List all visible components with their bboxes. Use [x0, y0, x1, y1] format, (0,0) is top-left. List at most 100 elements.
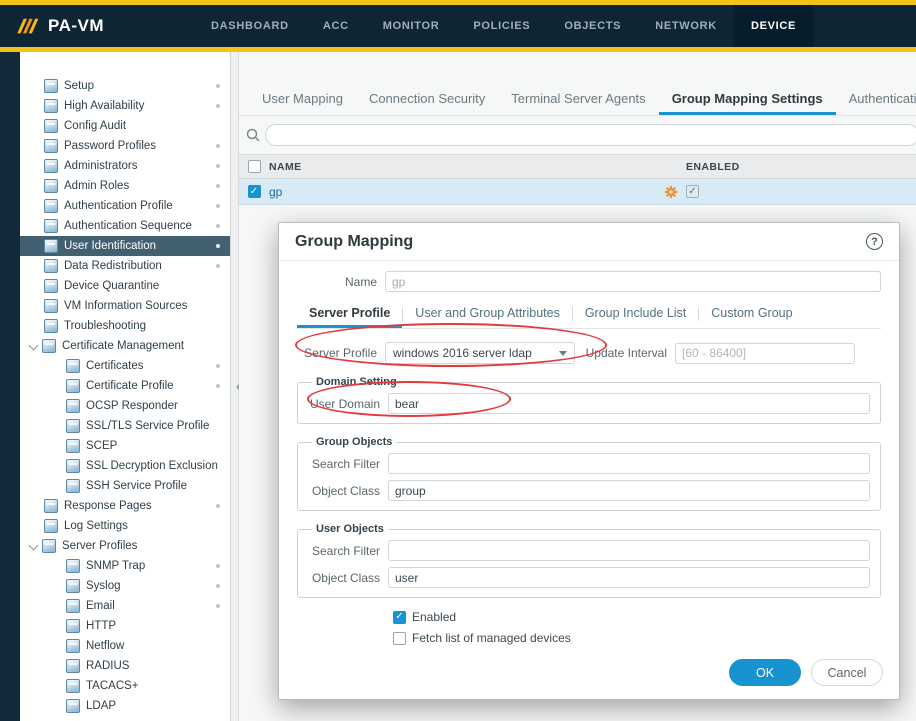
chevron-down-icon[interactable]: [26, 341, 42, 351]
user-domain-input[interactable]: [388, 393, 870, 414]
item-dot: [216, 204, 220, 208]
sidebar-item-password-profiles[interactable]: Password Profiles: [20, 136, 230, 156]
sidebar-item-scep[interactable]: SCEP: [20, 436, 230, 456]
table-row[interactable]: gp: [239, 179, 916, 205]
name-input[interactable]: [385, 271, 881, 292]
sidebar-item-vm-information-sources[interactable]: VM Information Sources: [20, 296, 230, 316]
sidebar-item-server-profiles[interactable]: Server Profiles: [20, 536, 230, 556]
group-objects-legend: Group Objects: [312, 436, 396, 448]
user-search-filter-input[interactable]: [388, 540, 870, 561]
nav-policies[interactable]: POLICIES: [456, 5, 547, 47]
sidebar-item-user-identification[interactable]: User Identification: [20, 236, 230, 256]
sidebar-item-certificates[interactable]: Certificates: [20, 356, 230, 376]
search-icon: [245, 127, 261, 143]
nav-acc[interactable]: ACC: [306, 5, 366, 47]
sidebar-item-netflow[interactable]: Netflow: [20, 636, 230, 656]
device-sidebar: Setup High Availability Config Audit Pas…: [20, 52, 231, 721]
tab-server-profile[interactable]: Server Profile: [297, 300, 402, 328]
sidebar-item-troubleshooting[interactable]: Troubleshooting: [20, 316, 230, 336]
gear-icon[interactable]: [664, 185, 678, 199]
ssl-decryption-lock-icon: [66, 459, 80, 473]
column-header-enabled[interactable]: ENABLED: [686, 161, 916, 173]
sidebar-item-email[interactable]: Email: [20, 596, 230, 616]
tab-group-include-list[interactable]: Group Include List: [573, 300, 698, 328]
group-object-class-input[interactable]: [388, 480, 870, 501]
sidebar-item-administrators[interactable]: Administrators: [20, 156, 230, 176]
server-profile-label: Server Profile: [297, 346, 385, 360]
nav-network[interactable]: NETWORK: [638, 5, 734, 47]
nav-device[interactable]: DEVICE: [734, 5, 813, 47]
sidebar-item-authentication-profile[interactable]: Authentication Profile: [20, 196, 230, 216]
sidebar-item-certificate-profile[interactable]: Certificate Profile: [20, 376, 230, 396]
sidebar-item-ssh-service-profile[interactable]: SSH Service Profile: [20, 476, 230, 496]
select-all-checkbox[interactable]: [248, 160, 261, 173]
sidebar-item-data-redistribution[interactable]: Data Redistribution: [20, 256, 230, 276]
search-input[interactable]: [265, 124, 916, 146]
sidebar-item-certificate-management[interactable]: Certificate Management: [20, 336, 230, 356]
sidebar-item-label: SNMP Trap: [86, 560, 145, 572]
tab-custom-group[interactable]: Custom Group: [699, 300, 804, 328]
content-tabs: User Mapping Connection Security Termina…: [239, 82, 916, 116]
sidebar-item-label: SSH Service Profile: [86, 480, 187, 492]
group-mapping-name-link[interactable]: gp: [269, 185, 282, 199]
sidebar-item-label: Certificate Profile: [86, 380, 174, 392]
tab-authentication-portal[interactable]: Authentication Portal: [836, 83, 916, 115]
sidebar-item-label: Authentication Sequence: [64, 220, 192, 232]
cancel-button[interactable]: Cancel: [811, 659, 883, 686]
sidebar-item-snmp-trap[interactable]: SNMP Trap: [20, 556, 230, 576]
sidebar-item-label: Authentication Profile: [64, 200, 173, 212]
tab-user-and-group-attributes[interactable]: User and Group Attributes: [403, 300, 572, 328]
sidebar-item-authentication-sequence[interactable]: Authentication Sequence: [20, 216, 230, 236]
high-availability-icon: [44, 99, 58, 113]
server-profile-dropdown[interactable]: windows 2016 server ldap: [385, 342, 575, 364]
ok-button[interactable]: OK: [729, 659, 801, 686]
nav-dashboard[interactable]: DASHBOARD: [194, 5, 306, 47]
column-header-name[interactable]: NAME: [269, 161, 686, 173]
sidebar-item-label: Email: [86, 600, 115, 612]
authentication-sequence-icon: [44, 219, 58, 233]
sidebar-item-ssl-tls-service-profile[interactable]: SSL/TLS Service Profile: [20, 416, 230, 436]
enabled-checkbox[interactable]: [393, 611, 406, 624]
response-pages-icon: [44, 499, 58, 513]
help-icon[interactable]: ?: [866, 233, 883, 250]
group-mapping-table: NAME ENABLED gp: [239, 154, 916, 205]
sidebar-item-http[interactable]: HTTP: [20, 616, 230, 636]
chevron-down-icon[interactable]: [26, 541, 42, 551]
domain-setting-legend: Domain Setting: [312, 376, 401, 388]
sidebar-item-admin-roles[interactable]: Admin Roles: [20, 176, 230, 196]
authentication-profile-icon: [44, 199, 58, 213]
nav-monitor[interactable]: MONITOR: [366, 5, 457, 47]
user-search-filter-label: Search Filter: [308, 544, 388, 558]
sidebar-item-tacacs[interactable]: TACACS+: [20, 676, 230, 696]
tab-user-mapping[interactable]: User Mapping: [249, 83, 356, 115]
enabled-checkbox[interactable]: [686, 185, 699, 198]
sidebar-item-device-quarantine[interactable]: Device Quarantine: [20, 276, 230, 296]
tab-group-mapping-settings[interactable]: Group Mapping Settings: [659, 83, 836, 115]
group-objects-fieldset: Group Objects Search Filter Object Class: [297, 436, 881, 511]
sidebar-item-setup[interactable]: Setup: [20, 76, 230, 96]
sidebar-item-syslog[interactable]: Syslog: [20, 576, 230, 596]
ssl-tls-lock-icon: [66, 419, 80, 433]
sidebar-item-ldap[interactable]: LDAP: [20, 696, 230, 716]
sidebar-collapse-handle[interactable]: [231, 52, 239, 721]
ldap-icon: [66, 699, 80, 713]
sidebar-item-radius[interactable]: RADIUS: [20, 656, 230, 676]
sidebar-item-response-pages[interactable]: Response Pages: [20, 496, 230, 516]
sidebar-item-high-availability[interactable]: High Availability: [20, 96, 230, 116]
nav-objects[interactable]: OBJECTS: [547, 5, 638, 47]
sidebar-item-ssl-decryption-exclusion[interactable]: SSL Decryption Exclusion: [20, 456, 230, 476]
sidebar-item-ocsp-responder[interactable]: OCSP Responder: [20, 396, 230, 416]
update-interval-input[interactable]: [675, 343, 855, 364]
certificates-icon: [66, 359, 80, 373]
sidebar-item-log-settings[interactable]: Log Settings: [20, 516, 230, 536]
group-search-filter-input[interactable]: [388, 453, 870, 474]
user-objects-fieldset: User Objects Search Filter Object Class: [297, 523, 881, 598]
tab-connection-security[interactable]: Connection Security: [356, 83, 498, 115]
user-object-class-input[interactable]: [388, 567, 870, 588]
sidebar-item-config-audit[interactable]: Config Audit: [20, 116, 230, 136]
sidebar-item-label: Response Pages: [64, 500, 152, 512]
fetch-managed-devices-checkbox[interactable]: [393, 632, 406, 645]
radius-icon: [66, 659, 80, 673]
row-checkbox[interactable]: [248, 185, 261, 198]
tab-terminal-server-agents[interactable]: Terminal Server Agents: [498, 83, 658, 115]
